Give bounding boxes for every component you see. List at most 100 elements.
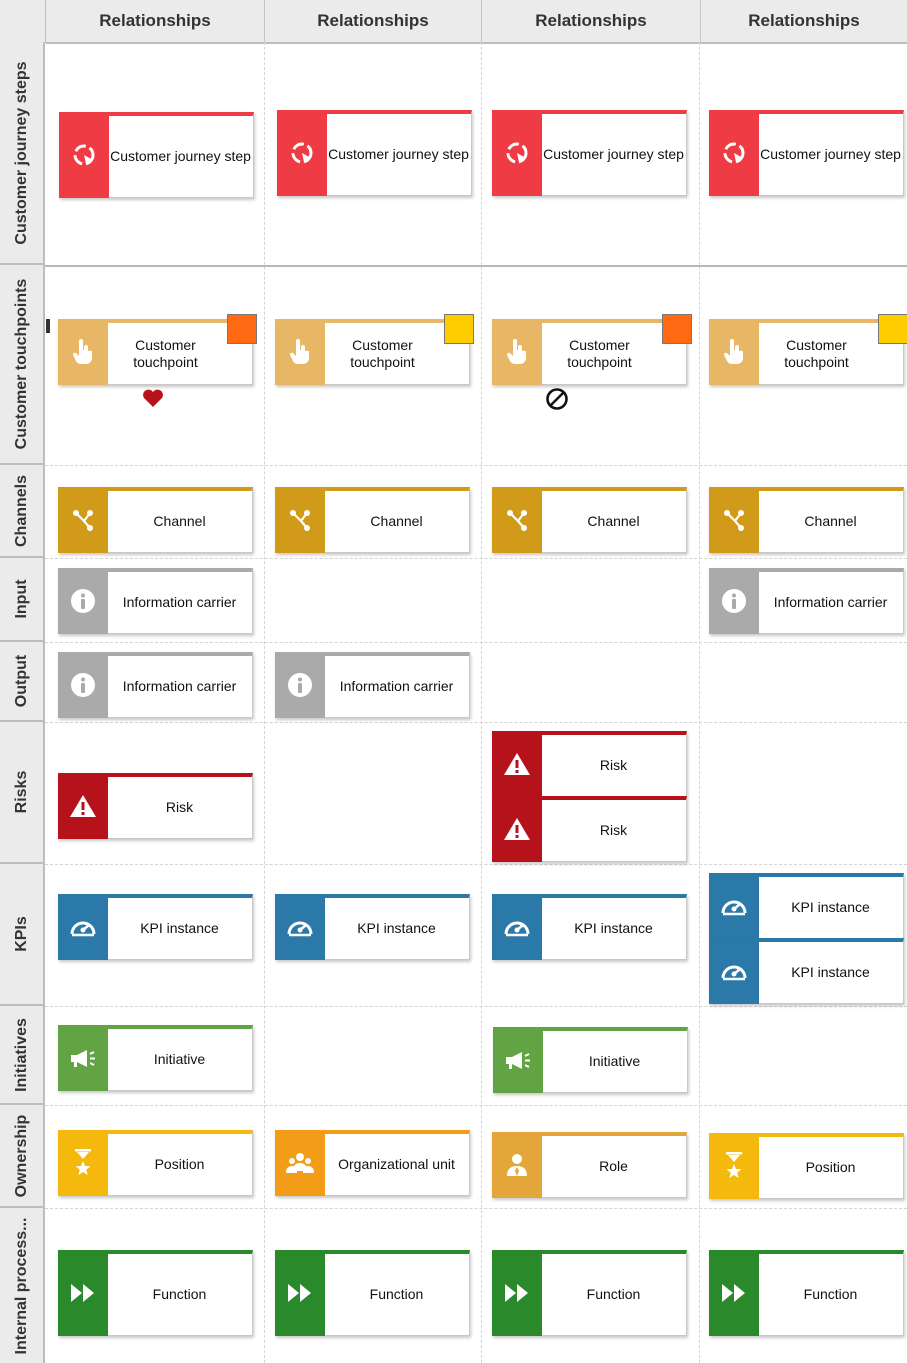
cycle-icon [59,112,109,198]
position-box[interactable]: Position [709,1133,904,1199]
megaphone-icon [493,1027,543,1093]
row-resize-marker [46,319,50,333]
row-divider [45,1105,907,1106]
prohibited-icon [545,387,569,416]
channel-box[interactable]: Channel [58,487,253,553]
hand-pointer-icon [275,319,325,385]
row-header-initiatives[interactable]: Initiatives [0,1006,45,1105]
column-divider [699,42,700,1363]
customer-journey-step-box[interactable]: Customer journey step [709,110,904,196]
network-icon [709,487,759,553]
matrix-corner [0,0,46,43]
row-divider [45,1208,907,1209]
kpi-instance-box[interactable]: KPI instance [492,894,687,960]
row-header-input[interactable]: Input [0,558,45,642]
row-divider [45,642,907,643]
organizational-unit-box[interactable]: Organizational unit [275,1130,470,1196]
network-icon [275,487,325,553]
row-divider [45,465,907,466]
row-header-internal-process[interactable]: Internal process... [0,1208,45,1363]
column-divider [481,42,482,1363]
channel-box[interactable]: Channel [492,487,687,553]
channel-box[interactable]: Channel [275,487,470,553]
status-badge [227,314,257,344]
role-box[interactable]: Role [492,1132,687,1198]
hourglass-star-icon [58,1130,108,1196]
info-icon [58,652,108,718]
customer-touchpoint-box[interactable]: Customer touchpoint [58,319,253,385]
column-header-3[interactable]: Relationships [482,0,701,44]
channel-box[interactable]: Channel [709,487,904,553]
function-box[interactable]: Function [709,1250,904,1336]
row-header-ownership[interactable]: Ownership [0,1105,45,1208]
hand-pointer-icon [709,319,759,385]
status-badge [662,314,692,344]
information-carrier-box[interactable]: Information carrier [58,568,253,634]
position-box[interactable]: Position [58,1130,253,1196]
cycle-icon [709,110,759,196]
column-divider [264,42,265,1363]
cycle-icon [277,110,327,196]
kpi-instance-box[interactable]: KPI instance [58,894,253,960]
row-divider [45,1006,907,1007]
hand-pointer-icon [492,319,542,385]
row-divider [45,864,907,865]
customer-touchpoint-box[interactable]: Customer touchpoint [275,319,470,385]
function-box[interactable]: Function [275,1250,470,1336]
risk-box[interactable]: Risk [492,796,687,862]
hourglass-star-icon [709,1133,759,1199]
gauge-icon [58,894,108,960]
person-icon [492,1132,542,1198]
status-badge [878,314,907,344]
row-header-customer-journey-steps[interactable]: Customer journey steps [0,42,45,265]
column-header-4[interactable]: Relationships [701,0,907,44]
row-divider [45,265,907,267]
warning-icon [492,731,542,797]
network-icon [58,487,108,553]
customer-journey-step-box[interactable]: Customer journey step [59,112,254,198]
row-divider [45,558,907,559]
heart-icon [142,388,164,413]
row-header-channels[interactable]: Channels [0,465,45,558]
customer-touchpoint-box[interactable]: Customer touchpoint [709,319,904,385]
customer-touchpoint-box[interactable]: Customer touchpoint [492,319,687,385]
people-group-icon [275,1130,325,1196]
info-icon [275,652,325,718]
row-header-risks[interactable]: Risks [0,722,45,864]
info-icon [58,568,108,634]
status-badge [444,314,474,344]
cycle-icon [492,110,542,196]
row-header-customer-touchpoints[interactable]: Customer touchpoints [0,265,45,465]
risk-box[interactable]: Risk [492,731,687,797]
fast-forward-icon [58,1250,108,1336]
initiative-box[interactable]: Initiative [493,1027,688,1093]
fast-forward-icon [492,1250,542,1336]
hand-pointer-icon [58,319,108,385]
row-divider [45,722,907,723]
information-carrier-box[interactable]: Information carrier [58,652,253,718]
megaphone-icon [58,1025,108,1091]
fast-forward-icon [275,1250,325,1336]
gauge-icon [275,894,325,960]
gauge-icon [709,873,759,939]
function-box[interactable]: Function [492,1250,687,1336]
information-carrier-box[interactable]: Information carrier [275,652,470,718]
initiative-box[interactable]: Initiative [58,1025,253,1091]
risk-box[interactable]: Risk [58,773,253,839]
function-box[interactable]: Function [58,1250,253,1336]
info-icon [709,568,759,634]
kpi-instance-box[interactable]: KPI instance [709,938,904,1004]
network-icon [492,487,542,553]
information-carrier-box[interactable]: Information carrier [709,568,904,634]
gauge-icon [492,894,542,960]
kpi-instance-box[interactable]: KPI instance [275,894,470,960]
row-header-output[interactable]: Output [0,642,45,722]
warning-icon [492,796,542,862]
customer-journey-step-box[interactable]: Customer journey step [492,110,687,196]
customer-journey-step-box[interactable]: Customer journey step [277,110,472,196]
row-header-kpis[interactable]: KPIs [0,864,45,1006]
column-header-2[interactable]: Relationships [265,0,482,44]
gauge-icon [709,938,759,1004]
column-header-1[interactable]: Relationships [46,0,265,44]
kpi-instance-box[interactable]: KPI instance [709,873,904,939]
